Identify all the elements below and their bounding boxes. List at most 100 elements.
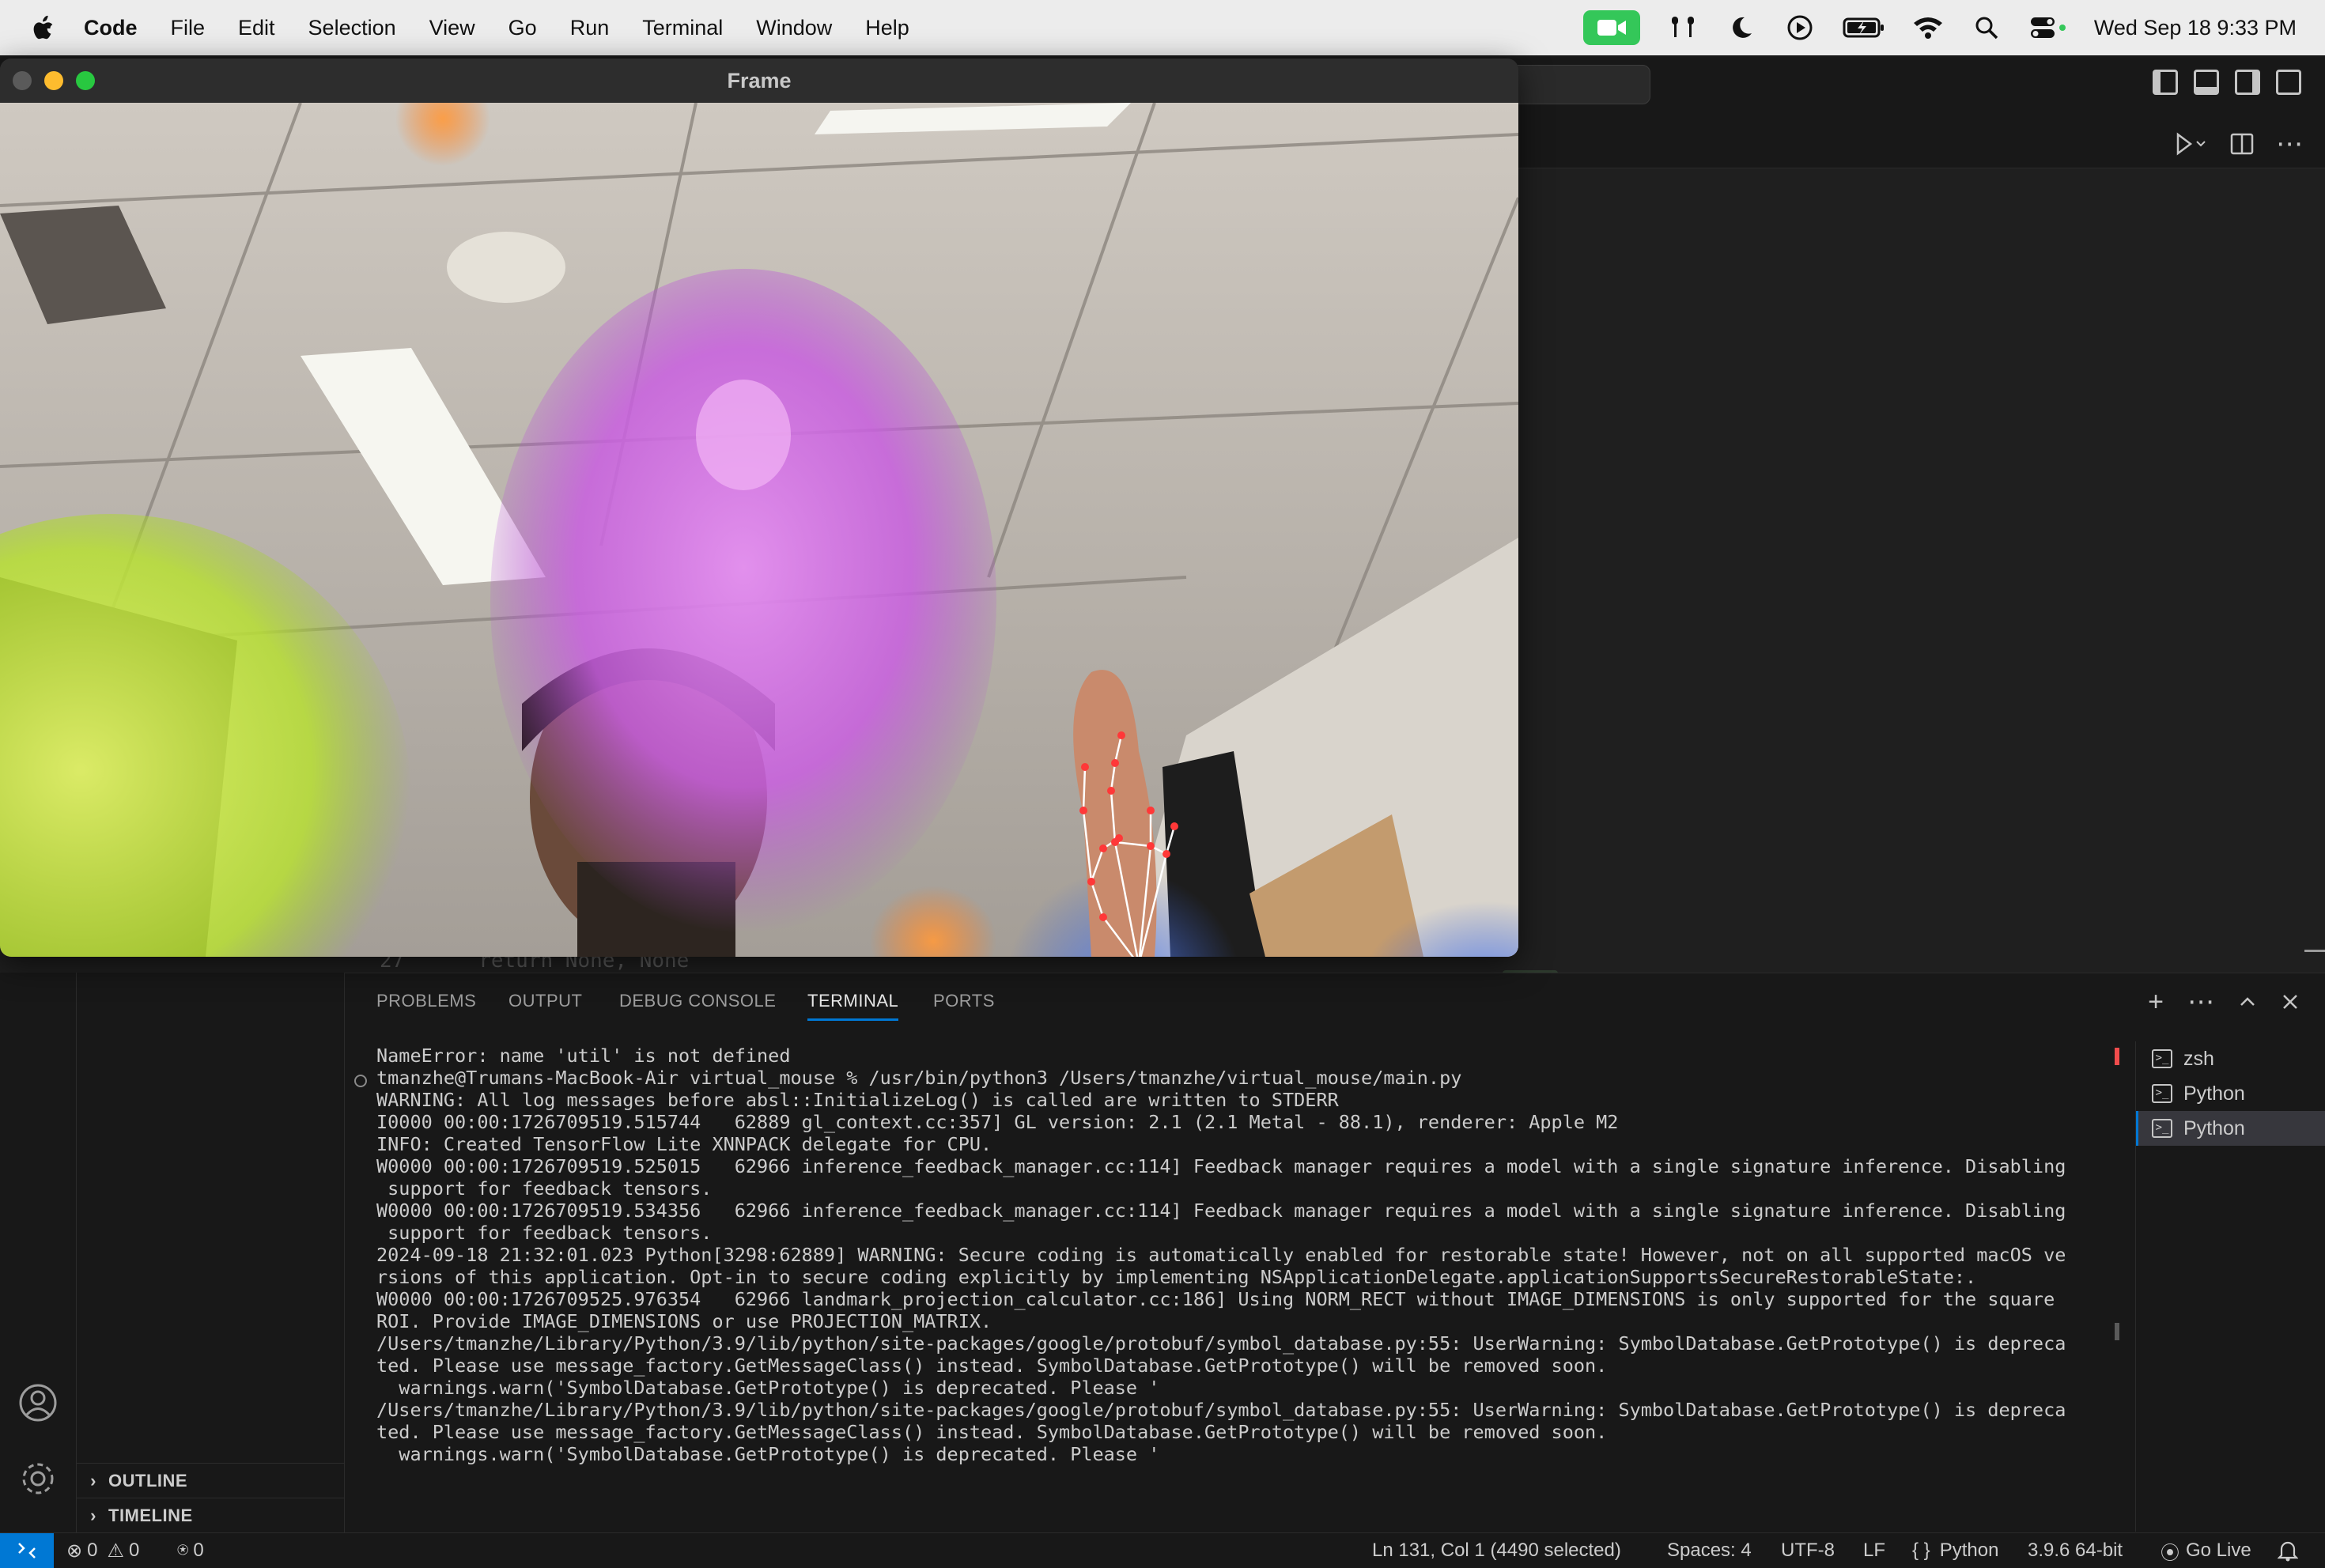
toggle-panel-icon[interactable] bbox=[2194, 70, 2219, 95]
warning-icon: ⚠ bbox=[107, 1540, 124, 1562]
terminal-item-python-active[interactable]: >_ Python bbox=[2136, 1111, 2325, 1146]
problems-status[interactable]: ⊗ 0 ⚠ 0 bbox=[66, 1533, 139, 1568]
command-decoration-icon[interactable] bbox=[354, 1075, 367, 1087]
control-center-icon[interactable] bbox=[2029, 12, 2067, 43]
spotlight-search-icon[interactable] bbox=[1971, 12, 2002, 43]
menu-terminal[interactable]: Terminal bbox=[642, 16, 723, 40]
menu-help[interactable]: Help bbox=[865, 16, 909, 40]
frame-title-bar[interactable]: Frame bbox=[0, 59, 1518, 104]
customize-layout-icon[interactable] bbox=[2276, 70, 2301, 95]
terminal-line: warnings.warn('SymbolDatabase.GetPrototy… bbox=[376, 1377, 1160, 1399]
menu-run[interactable]: Run bbox=[570, 16, 610, 40]
language-label: Python bbox=[1939, 1540, 1999, 1561]
terminal-line: ted. Please use message_factory.GetMessa… bbox=[376, 1355, 1608, 1377]
now-playing-icon[interactable] bbox=[1784, 12, 1816, 43]
split-editor-icon[interactable] bbox=[2230, 132, 2254, 156]
battery-charging-icon[interactable] bbox=[1843, 12, 1885, 43]
outline-section[interactable]: › OUTLINE bbox=[77, 1463, 344, 1498]
run-python-file-icon[interactable] bbox=[2173, 130, 2208, 158]
terminal-line: NameError: name 'util' is not defined bbox=[376, 1045, 791, 1067]
menu-selection[interactable]: Selection bbox=[308, 16, 396, 40]
menu-view[interactable]: View bbox=[429, 16, 475, 40]
encoding-status[interactable]: UTF-8 bbox=[1781, 1533, 1835, 1568]
more-actions-icon[interactable]: ⋯ bbox=[2276, 128, 2303, 160]
minimap-marker bbox=[2304, 950, 2325, 952]
airpods-icon[interactable] bbox=[1667, 12, 1699, 43]
ports-count: 0 bbox=[193, 1540, 204, 1561]
terminal-line: /Users/tmanzhe/Library/Python/3.9/lib/py… bbox=[376, 1399, 2066, 1421]
more-actions-icon[interactable]: ⋯ bbox=[2187, 986, 2214, 1018]
timeline-section[interactable]: › TIMELINE bbox=[77, 1498, 344, 1533]
toggle-primary-sidebar-icon[interactable] bbox=[2153, 70, 2178, 95]
terminal-icon: >_ bbox=[2152, 1084, 2172, 1103]
frame-window-title: Frame bbox=[727, 69, 792, 93]
terminal-output[interactable]: NameError: name 'util' is not defined tma… bbox=[376, 1045, 2132, 1519]
broadcast-icon: ⦿ bbox=[2161, 1542, 2179, 1564]
tab-output[interactable]: OUTPUT bbox=[508, 991, 582, 1011]
frame-window[interactable]: Frame bbox=[0, 59, 1518, 957]
tab-ports[interactable]: PORTS bbox=[933, 991, 995, 1011]
broadcast-icon: ⍟ bbox=[177, 1540, 189, 1561]
webcam-frame-image bbox=[0, 103, 1518, 957]
cursor-position[interactable]: Ln 131, Col 1 (4490 selected) bbox=[1372, 1533, 1621, 1568]
terminal-item-python[interactable]: >_ Python bbox=[2136, 1076, 2325, 1111]
terminal-error-marker bbox=[2115, 1048, 2119, 1065]
go-live-button[interactable]: ⦿ Go Live bbox=[2161, 1533, 2251, 1568]
terminal-line: I0000 00:00:1726709519.515744 62889 gl_c… bbox=[376, 1111, 1619, 1133]
focus-moon-icon[interactable] bbox=[1726, 12, 1757, 43]
tab-problems[interactable]: PROBLEMS bbox=[376, 991, 476, 1011]
terminal-icon: >_ bbox=[2152, 1049, 2172, 1068]
indentation-status[interactable]: Spaces: 4 bbox=[1667, 1533, 1752, 1568]
terminal-line: W0000 00:00:1726709519.525015 62966 infe… bbox=[376, 1155, 2066, 1177]
terminal-line: /Users/tmanzhe/Library/Python/3.9/lib/py… bbox=[376, 1332, 2066, 1355]
accounts-icon[interactable] bbox=[17, 1382, 59, 1423]
python-interpreter[interactable]: 3.9.6 64-bit bbox=[2028, 1533, 2123, 1568]
terminal-line: W0000 00:00:1726709519.534356 62966 infe… bbox=[376, 1200, 2066, 1222]
terminal-item-label: Python bbox=[2183, 1116, 2245, 1139]
eol-status[interactable]: LF bbox=[1863, 1533, 1885, 1568]
wifi-icon[interactable] bbox=[1912, 12, 1944, 43]
error-count: 0 bbox=[87, 1540, 98, 1561]
terminal-line: W0000 00:00:1726709525.976354 62966 land… bbox=[376, 1288, 2055, 1310]
terminal-line: WARNING: All log messages before absl::I… bbox=[376, 1089, 1339, 1111]
ports-status[interactable]: ⍟ 0 bbox=[177, 1533, 204, 1568]
menu-go[interactable]: Go bbox=[508, 16, 537, 40]
outline-label: OUTLINE bbox=[108, 1471, 188, 1491]
menu-bar-clock[interactable]: Wed Sep 18 9:33 PM bbox=[2094, 16, 2297, 40]
new-terminal-plus-icon[interactable]: + bbox=[2148, 987, 2164, 1018]
language-mode[interactable]: { } Python bbox=[1912, 1533, 1998, 1568]
command-center[interactable] bbox=[1503, 65, 1650, 104]
terminal-line: INFO: Created TensorFlow Lite XNNPACK de… bbox=[376, 1133, 992, 1155]
tab-debug-console[interactable]: DEBUG CONSOLE bbox=[619, 991, 776, 1011]
menu-edit[interactable]: Edit bbox=[238, 16, 275, 40]
terminal-line: warnings.warn('SymbolDatabase.GetPrototy… bbox=[376, 1443, 1160, 1465]
maximize-panel-chevron-icon[interactable] bbox=[2238, 992, 2257, 1011]
terminal-item-label: Python bbox=[2183, 1082, 2245, 1105]
macos-menu-bar: Code File Edit Selection View Go Run Ter… bbox=[0, 0, 2325, 55]
error-icon: ⊗ bbox=[66, 1540, 83, 1562]
manage-gear-icon[interactable] bbox=[17, 1458, 59, 1499]
terminal-list: >_ zsh >_ Python >_ Python bbox=[2135, 1041, 2325, 1532]
menu-file[interactable]: File bbox=[171, 16, 206, 40]
close-panel-icon[interactable] bbox=[2281, 992, 2300, 1011]
terminal-line: support for feedback tensors. bbox=[376, 1177, 713, 1200]
terminal-item-zsh[interactable]: >_ zsh bbox=[2136, 1041, 2325, 1076]
menu-app-name[interactable]: Code bbox=[84, 16, 138, 40]
menu-window[interactable]: Window bbox=[756, 16, 832, 40]
notifications-bell-icon[interactable] bbox=[2278, 1533, 2298, 1568]
facetime-video-icon[interactable] bbox=[1582, 10, 1640, 45]
terminal-scrollbar[interactable] bbox=[2115, 1323, 2119, 1340]
remote-indicator-icon[interactable] bbox=[0, 1533, 54, 1568]
terminal-icon: >_ bbox=[2152, 1119, 2172, 1138]
apple-icon[interactable] bbox=[30, 13, 55, 42]
terminal-line: ted. Please use message_factory.GetMessa… bbox=[376, 1421, 1608, 1443]
terminal-line: ROI. Provide IMAGE_DIMENSIONS or use PRO… bbox=[376, 1310, 992, 1332]
terminal-line: 2024-09-18 21:32:01.023 Python[3298:6288… bbox=[376, 1244, 2066, 1266]
warning-count: 0 bbox=[128, 1540, 140, 1561]
panel-tab-bar: PROBLEMS OUTPUT DEBUG CONSOLE TERMINAL P… bbox=[345, 973, 2325, 1029]
status-bar: ⊗ 0 ⚠ 0 ⍟ 0 Ln 131, Col 1 (4490 selected… bbox=[0, 1532, 2325, 1568]
timeline-label: TIMELINE bbox=[108, 1506, 193, 1525]
go-live-label: Go Live bbox=[2186, 1540, 2251, 1561]
toggle-secondary-sidebar-icon[interactable] bbox=[2235, 70, 2260, 95]
tab-terminal[interactable]: TERMINAL bbox=[807, 991, 899, 1021]
